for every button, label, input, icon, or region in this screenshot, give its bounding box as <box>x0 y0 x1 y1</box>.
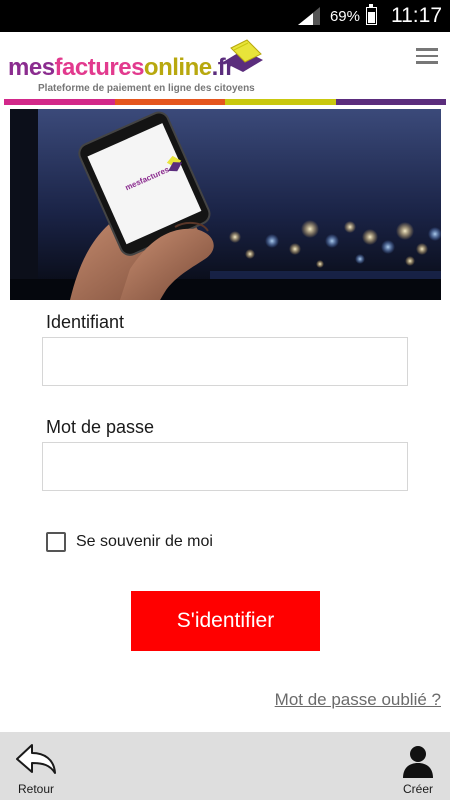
status-bar: 69% 11:17 <box>0 0 450 32</box>
username-label: Identifiant <box>46 312 125 332</box>
hero-photo-illustration: mesfactures <box>10 109 441 300</box>
bottom-navigation: Retour Créer <box>0 732 450 800</box>
logo-part-mes: mes <box>8 54 55 81</box>
login-button[interactable]: S'identifier <box>131 591 320 651</box>
forgot-password-link[interactable]: Mot de passe oublié ? <box>275 690 441 710</box>
hamburger-menu-icon[interactable] <box>416 48 438 66</box>
back-button[interactable]: Retour <box>10 732 62 800</box>
signal-strength-icon <box>297 7 320 25</box>
remember-me-checkbox[interactable] <box>46 532 66 552</box>
user-icon <box>403 746 433 778</box>
status-clock: 11:17 <box>391 4 442 27</box>
back-label: Retour <box>17 782 55 796</box>
create-label: Créer <box>402 782 433 796</box>
logo[interactable]: mesfacturesonline.fr Plateforme de paiem… <box>8 38 278 96</box>
password-input[interactable] <box>42 442 408 491</box>
remember-me-label: Se souvenir de moi <box>76 533 213 550</box>
create-account-button[interactable]: Créer <box>396 732 440 800</box>
remember-me-toggle[interactable]: Se souvenir de moi <box>46 532 213 552</box>
logo-tagline: Plateforme de paiement en ligne des cito… <box>38 83 255 94</box>
battery-icon <box>366 4 377 25</box>
stripe-segment <box>225 99 336 105</box>
stripe-segment <box>335 99 446 105</box>
logo-part-online: online <box>143 54 212 81</box>
back-arrow-icon <box>16 744 56 774</box>
app-header: mesfacturesonline.fr Plateforme de paiem… <box>0 32 450 98</box>
stripe-segment <box>4 99 115 105</box>
stripe-segment <box>114 99 225 105</box>
password-label: Mot de passe <box>46 417 155 437</box>
logo-wordmark: mesfacturesonline.fr <box>8 54 235 82</box>
app-screen: 69% 11:17 mesfacturesonline.fr Plateform… <box>0 0 450 800</box>
brand-color-stripe <box>4 99 446 105</box>
battery-level-fill <box>368 11 375 23</box>
hero-image: mesfactures <box>10 109 441 300</box>
battery-percentage: 69% <box>329 7 360 25</box>
logo-paper-icon <box>223 39 263 72</box>
logo-part-factures: factures <box>54 54 145 81</box>
username-input[interactable] <box>42 337 408 386</box>
